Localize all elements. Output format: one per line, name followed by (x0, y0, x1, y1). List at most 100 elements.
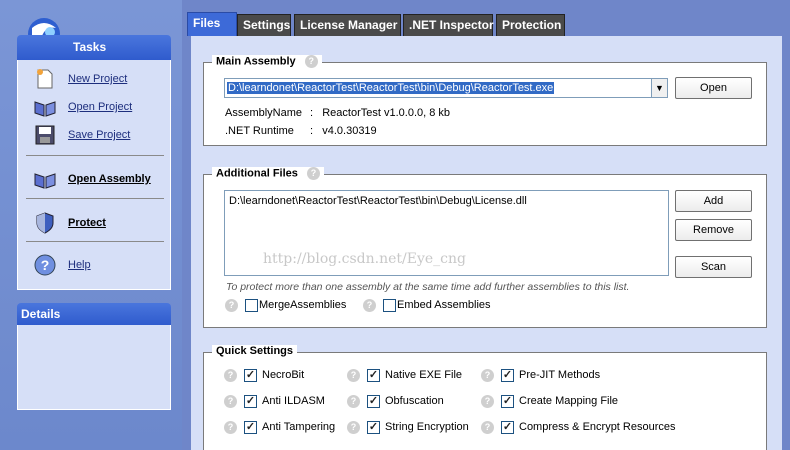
task-new-project[interactable]: New Project (34, 68, 166, 90)
add-button[interactable]: Add (675, 190, 752, 212)
task-separator (26, 155, 164, 156)
remove-button[interactable]: Remove (675, 219, 752, 241)
task-separator (26, 241, 164, 242)
option-compress-encrypt[interactable]: ? ✓ Compress & Encrypt Resources (481, 420, 721, 436)
anti-ildasm-label: Anti ILDASM (262, 395, 325, 407)
main-assembly-legend: Main Assembly ? (212, 55, 322, 71)
task-save-project[interactable]: Save Project (34, 124, 166, 146)
option-anti-tampering[interactable]: ? ✓ Anti Tampering (224, 420, 344, 436)
help-icon[interactable]: ? (481, 369, 494, 382)
option-native-exe[interactable]: ? ✓ Native EXE File (347, 368, 477, 384)
help-icon[interactable]: ? (363, 299, 376, 312)
open-assembly-icon (34, 168, 56, 190)
help-icon[interactable]: ? (225, 299, 238, 312)
task-label[interactable]: Open Assembly (68, 173, 151, 185)
help-icon[interactable]: ? (481, 395, 494, 408)
open-project-icon (34, 96, 56, 118)
tab-protection[interactable]: Protection (496, 14, 565, 36)
task-open-assembly[interactable]: Open Assembly (34, 168, 166, 190)
list-item[interactable]: D:\learndonet\ReactorTest\ReactorTest\bi… (229, 195, 527, 207)
help-icon[interactable]: ? (224, 369, 237, 382)
obfuscation-checkbox[interactable]: ✓ (367, 395, 380, 408)
new-project-icon (34, 68, 56, 90)
help-icon[interactable]: ? (347, 395, 360, 408)
option-create-mapping[interactable]: ? ✓ Create Mapping File (481, 394, 681, 410)
merge-assemblies-checkbox[interactable] (245, 299, 258, 312)
runtime-row: .NET Runtime: v4.0.30319 (225, 125, 377, 137)
option-anti-ildasm[interactable]: ? ✓ Anti ILDASM (224, 394, 344, 410)
anti-ildasm-checkbox[interactable]: ✓ (244, 395, 257, 408)
compress-encrypt-checkbox[interactable]: ✓ (501, 421, 514, 434)
string-encryption-label: String Encryption (385, 421, 469, 433)
help-icon[interactable]: ? (224, 395, 237, 408)
chevron-down-icon[interactable]: ▼ (651, 79, 667, 97)
save-project-icon (34, 124, 56, 146)
details-title: Details (21, 307, 61, 321)
additional-files-title: Additional Files (216, 167, 298, 180)
task-label[interactable]: Open Project (68, 101, 132, 113)
native-exe-label: Native EXE File (385, 369, 463, 381)
tasks-panel-header[interactable]: Tasks (17, 35, 171, 60)
assembly-name-value: ReactorTest v1.0.0.0, 8 kb (322, 107, 451, 119)
task-protect[interactable]: Protect (34, 212, 166, 234)
create-mapping-checkbox[interactable]: ✓ (501, 395, 514, 408)
help-icon[interactable]: ? (347, 369, 360, 382)
additional-files-hint: To protect more than one assembly at the… (226, 281, 630, 293)
runtime-value: v4.0.30319 (322, 125, 377, 137)
additional-files-legend: Additional Files ? (212, 167, 324, 183)
help-icon: ? (34, 254, 56, 276)
task-label[interactable]: New Project (68, 73, 127, 85)
help-icon[interactable]: ? (224, 421, 237, 434)
necrobit-checkbox[interactable]: ✓ (244, 369, 257, 382)
pre-jit-label: Pre-JIT Methods (519, 369, 601, 381)
main-assembly-path-combo[interactable]: D:\learndonet\ReactorTest\ReactorTest\bi… (224, 78, 668, 98)
tab-net-inspector[interactable]: .NET Inspector (403, 14, 494, 36)
pre-jit-checkbox[interactable]: ✓ (501, 369, 514, 382)
embed-assemblies-checkbox[interactable] (383, 299, 396, 312)
obfuscation-label: Obfuscation (385, 395, 444, 407)
assembly-name-sep: : (310, 107, 314, 119)
help-icon[interactable]: ? (306, 167, 320, 180)
native-exe-checkbox[interactable]: ✓ (367, 369, 380, 382)
task-label[interactable]: Help (68, 259, 91, 271)
details-panel (17, 325, 171, 410)
task-label[interactable]: Protect (68, 217, 106, 229)
shield-icon (34, 212, 56, 234)
compress-encrypt-label: Compress & Encrypt Resources (519, 421, 676, 433)
tab-settings[interactable]: Settings (237, 14, 291, 36)
task-help[interactable]: ? Help (34, 254, 166, 276)
embed-assemblies-option[interactable]: ? Embed Assemblies (363, 298, 503, 314)
help-icon[interactable]: ? (347, 421, 360, 434)
quick-settings-legend: Quick Settings (212, 345, 298, 361)
scan-button[interactable]: Scan (675, 256, 752, 278)
svg-text:?: ? (41, 257, 50, 273)
string-encryption-checkbox[interactable]: ✓ (367, 421, 380, 434)
merge-assemblies-label: MergeAssemblies (259, 299, 347, 311)
tab-license-manager[interactable]: License Manager (294, 14, 401, 36)
option-string-encryption[interactable]: ? ✓ String Encryption (347, 420, 477, 436)
option-obfuscation[interactable]: ? ✓ Obfuscation (347, 394, 477, 410)
details-panel-header[interactable]: Details (17, 303, 171, 325)
help-icon[interactable]: ? (481, 421, 494, 434)
merge-assemblies-option[interactable]: ? MergeAssemblies (225, 298, 365, 314)
option-necrobit[interactable]: ? ✓ NecroBit (224, 368, 344, 384)
option-pre-jit[interactable]: ? ✓ Pre-JIT Methods (481, 368, 681, 384)
task-pane: Tasks New Project Open Project Save Proj… (0, 0, 182, 450)
tab-files[interactable]: Files (187, 12, 237, 36)
embed-assemblies-label: Embed Assemblies (397, 299, 491, 311)
tasks-title: Tasks (73, 40, 107, 54)
tasks-panel: New Project Open Project Save Project Op… (17, 60, 171, 290)
task-open-project[interactable]: Open Project (34, 96, 166, 118)
watermark-text: http://blog.csdn.net/Eye_cng (263, 251, 466, 267)
main-assembly-path: D:\learndonet\ReactorTest\ReactorTest\bi… (227, 82, 555, 94)
assembly-name-row: AssemblyName: ReactorTest v1.0.0.0, 8 kb (225, 107, 450, 119)
assembly-name-key: AssemblyName (225, 107, 303, 119)
anti-tampering-label: Anti Tampering (262, 421, 336, 433)
main-assembly-title: Main Assembly (216, 55, 296, 68)
create-mapping-label: Create Mapping File (519, 395, 619, 407)
anti-tampering-checkbox[interactable]: ✓ (244, 421, 257, 434)
help-icon[interactable]: ? (304, 55, 318, 68)
files-tab-content: Main Assembly ? D:\learndonet\ReactorTes… (191, 36, 782, 450)
task-label[interactable]: Save Project (68, 129, 130, 141)
open-button[interactable]: Open (675, 77, 752, 99)
